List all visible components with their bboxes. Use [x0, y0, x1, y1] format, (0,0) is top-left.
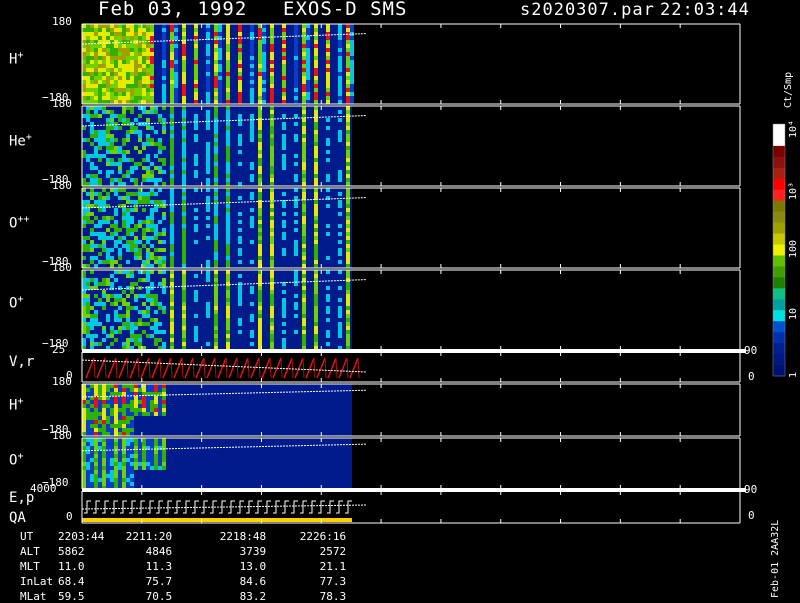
side-label: Feb-01 2AA32L — [770, 519, 781, 598]
panel-label-charge: + — [17, 451, 24, 462]
orbit-row-name: UT — [20, 530, 34, 543]
colorbar-segment — [773, 266, 785, 278]
orbit-row-value: 84.6 — [239, 575, 267, 588]
colorbar-segment — [773, 167, 785, 180]
orbit-row-value: 59.5 — [58, 590, 85, 603]
orbit-row-value: 11.3 — [145, 560, 173, 573]
y-tick-top: 180 — [52, 429, 72, 442]
right-tick-bottom: 0 — [748, 370, 755, 383]
panel-label: V,r — [9, 354, 34, 370]
y-tick-top: 180 — [52, 15, 72, 28]
orbit-row-value: 2218:48 — [219, 530, 267, 543]
colorbar-segment — [773, 233, 785, 246]
orbit-row-value: 21.1 — [319, 560, 347, 573]
colorbar-segment — [773, 310, 785, 322]
y-tick-top: 25 — [52, 343, 66, 356]
panel-label-charge: + — [25, 132, 32, 143]
panel-label-charge: + — [17, 50, 24, 61]
orbit-row-value: 77.3 — [319, 575, 347, 588]
panel-label: O++ — [9, 214, 29, 232]
colorbar-segment — [773, 321, 785, 333]
panel-label-name: He — [9, 133, 26, 150]
orbit-row-value: 78.3 — [319, 590, 347, 603]
velocity-panel — [82, 352, 352, 382]
orbit-row-name: MLat — [20, 590, 47, 603]
orbit-row-value: 83.2 — [239, 590, 267, 603]
orbit-row-value: 75.7 — [145, 575, 173, 588]
orbit-row-value: 68.4 — [58, 575, 85, 588]
right-tick-top: 90 — [744, 483, 758, 496]
panel-label: H+ — [9, 50, 23, 68]
y-tick-bottom: 0 — [66, 510, 73, 523]
y-tick-top: 180 — [52, 261, 72, 274]
qa-bar — [82, 518, 352, 522]
colorbar-segment — [773, 332, 785, 344]
orbit-row-value: 2211:20 — [125, 530, 173, 543]
orbit-row-value: 2203:44 — [58, 530, 105, 543]
colorbar-segment — [773, 156, 785, 169]
colorbar-segment — [773, 365, 785, 377]
panel-label: O+ — [9, 294, 23, 312]
colorbar-segment — [773, 145, 785, 158]
y-tick-top: 180 — [52, 375, 72, 388]
orbit-row-value: 13.0 — [239, 560, 267, 573]
panel-label: O+ — [9, 451, 23, 469]
colorbar-segment — [773, 211, 785, 224]
panel-label-charge: + — [17, 396, 24, 407]
orbit-row-name: ALT — [20, 545, 40, 558]
y-tick-top: 180 — [52, 179, 72, 192]
spectrogram-plot — [81, 23, 786, 524]
orbit-row-value: 4846 — [145, 545, 173, 558]
panel-sublabel: QA — [9, 510, 26, 526]
orbit-row-name: MLT — [20, 560, 40, 573]
colorbar-segment — [773, 124, 785, 136]
colorbar-segment — [773, 178, 785, 191]
colorbar-tick-label: 100 — [788, 239, 799, 258]
orbit-row-value: 5862 — [58, 545, 85, 558]
colorbar-segment — [773, 222, 785, 235]
colorbar-tick-label: 1 — [788, 371, 799, 378]
colorbar-unit: Ct/Smp — [783, 71, 794, 108]
panel-label-charge: + — [17, 294, 24, 305]
right-tick-bottom: 0 — [748, 509, 755, 522]
panel-label: H+ — [9, 396, 23, 414]
orbit-row-value: 70.5 — [145, 590, 173, 603]
colorbar-segment — [773, 277, 785, 289]
y-tick-top: 4000 — [30, 482, 57, 495]
colorbar-segment — [773, 354, 785, 366]
orbit-row-value: 11.0 — [58, 560, 85, 573]
colorbar-tick-label: 10³ — [788, 181, 799, 200]
panel-label: He+ — [9, 132, 32, 150]
colorbar-segment — [773, 189, 785, 202]
panel-label-charge: ++ — [17, 214, 30, 225]
panel-label-name: V,r — [9, 354, 35, 370]
colorbar-segment — [773, 299, 785, 311]
colorbar-segment — [773, 288, 785, 300]
colorbar-tick-label: 10 — [788, 307, 799, 320]
right-tick-top: 90 — [744, 344, 758, 357]
orbit-row-value: 2226:16 — [299, 530, 347, 543]
colorbar-segment — [773, 244, 785, 256]
orbit-row-name: InLat — [20, 575, 54, 588]
colorbar-segment — [773, 200, 785, 213]
colorbar-segment — [773, 134, 785, 147]
colorbar-segment — [773, 255, 785, 267]
colorbar-segment — [773, 343, 785, 355]
y-tick-top: 180 — [52, 97, 72, 110]
orbit-row-value: 3739 — [239, 545, 267, 558]
orbit-row-value: 2572 — [319, 545, 347, 558]
colorbar-tick-label: 10⁴ — [788, 119, 799, 138]
